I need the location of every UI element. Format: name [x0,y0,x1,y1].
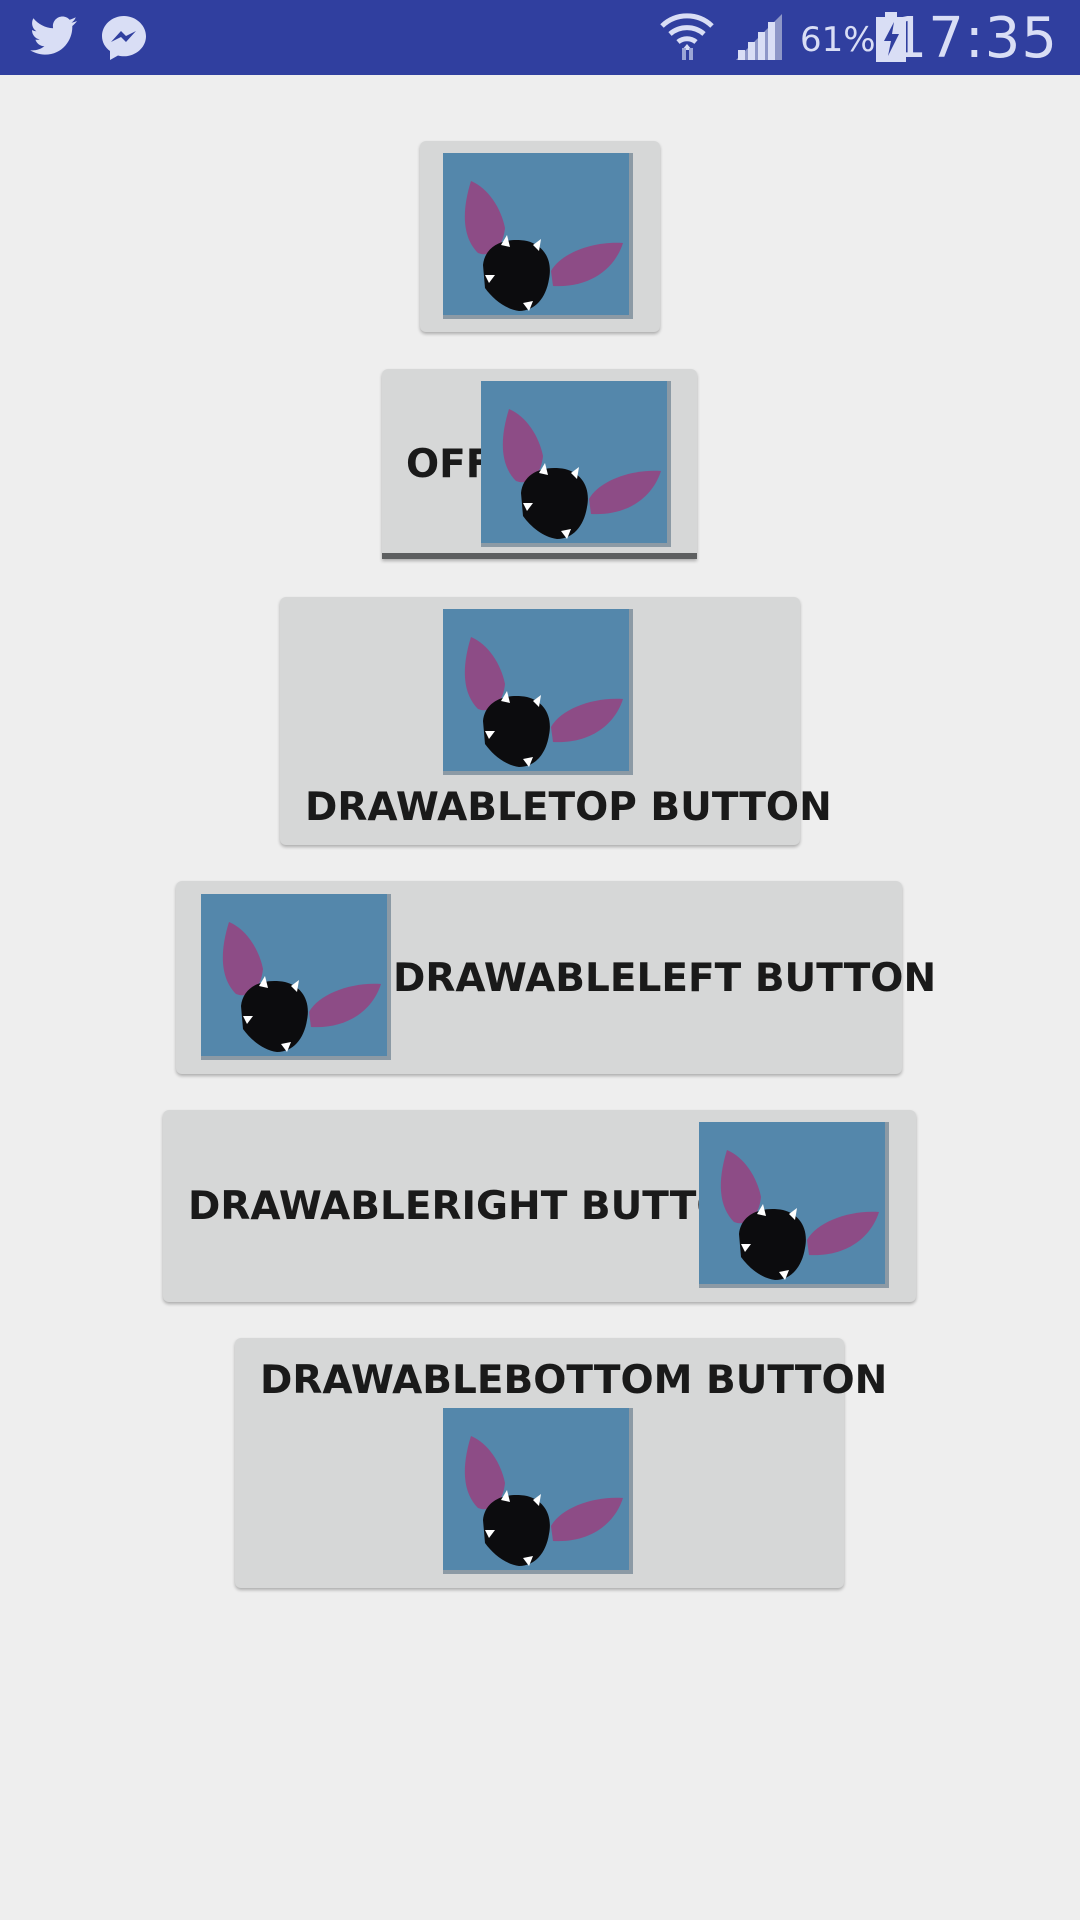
bat-image [481,381,671,547]
toggle-state-label: OFF [406,442,493,487]
drawable-right-label: DRAWABLERIGHT BUTTON [188,1184,763,1229]
drawable-top-label: DRAWABLETOP BUTTON [305,785,832,830]
battery-percent: 61% [800,20,876,60]
drawable-bottom-label: DRAWABLEBOTTOM BUTTON [260,1358,888,1403]
toggle-button[interactable]: OFF [382,369,697,559]
messenger-icon [100,14,148,67]
drawable-left-label: DRAWABLELEFT BUTTON [393,956,937,1001]
bat-image [443,609,633,775]
bat-image [443,153,633,319]
toggle-indicator [382,553,697,559]
wifi-icon [660,10,714,67]
drawable-right-button[interactable]: DRAWABLERIGHT BUTTON [163,1110,916,1302]
bat-image [443,1408,633,1574]
status-bar: 61% 17:35 [0,0,1080,75]
image-button[interactable] [420,141,660,332]
twitter-icon [30,16,78,63]
drawable-bottom-button[interactable]: DRAWABLEBOTTOM BUTTON [235,1338,887,1588]
signal-icon [734,12,784,67]
drawable-top-button[interactable]: DRAWABLETOP BUTTON [280,597,832,845]
clock: 17:35 [891,6,1058,71]
bat-image [201,894,391,1060]
drawable-left-button[interactable]: DRAWABLELEFT BUTTON [176,881,936,1074]
bat-image [699,1122,889,1288]
